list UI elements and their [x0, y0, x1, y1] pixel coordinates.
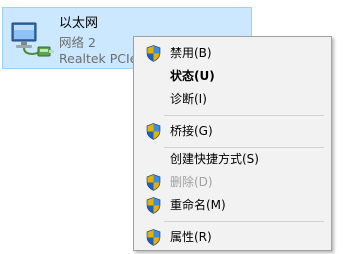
adapter-name: 以太网 — [59, 16, 99, 31]
menu-item-label: 属性(R) — [170, 230, 212, 244]
menu-item-rename[interactable]: 重命名(M) — [136, 194, 329, 216]
desktop-surface: 以太网 网络 2 Realtek PCIe 禁用(B) 状态(U) 诊断(I) — [0, 0, 353, 254]
menu-item-bridge[interactable]: 桥接(G) — [136, 120, 329, 142]
uac-shield-icon — [146, 229, 161, 246]
menu-item-diagnose[interactable]: 诊断(I) — [136, 88, 329, 110]
menu-item-label: 禁用(B) — [170, 46, 212, 60]
menu-item-status[interactable]: 状态(U) — [136, 65, 329, 87]
uac-shield-icon — [146, 197, 161, 214]
uac-shield-icon — [146, 174, 161, 191]
adapter-network-status: 网络 2 — [59, 35, 96, 50]
menu-item-label: 桥接(G) — [170, 124, 213, 138]
uac-shield-icon — [146, 45, 161, 62]
adapter-device-name: Realtek PCIe — [59, 51, 138, 66]
menu-item-delete[interactable]: 删除(D) — [136, 171, 329, 193]
menu-separator — [164, 221, 324, 222]
menu-item-label: 删除(D) — [170, 175, 213, 189]
menu-item-create-shortcut[interactable]: 创建快捷方式(S) — [136, 148, 329, 170]
menu-item-label: 诊断(I) — [170, 92, 207, 106]
menu-item-disable[interactable]: 禁用(B) — [136, 42, 329, 64]
menu-separator — [164, 115, 324, 116]
context-menu: 禁用(B) 状态(U) 诊断(I) 桥接(G) 创建快捷方式(S) 删除(D) … — [133, 36, 332, 251]
menu-item-properties[interactable]: 属性(R) — [136, 226, 329, 248]
uac-shield-icon — [146, 123, 161, 140]
menu-item-label: 创建快捷方式(S) — [170, 152, 259, 166]
menu-item-label: 重命名(M) — [170, 198, 226, 212]
network-adapter-icon — [11, 22, 54, 57]
menu-item-label: 状态(U) — [170, 69, 215, 83]
